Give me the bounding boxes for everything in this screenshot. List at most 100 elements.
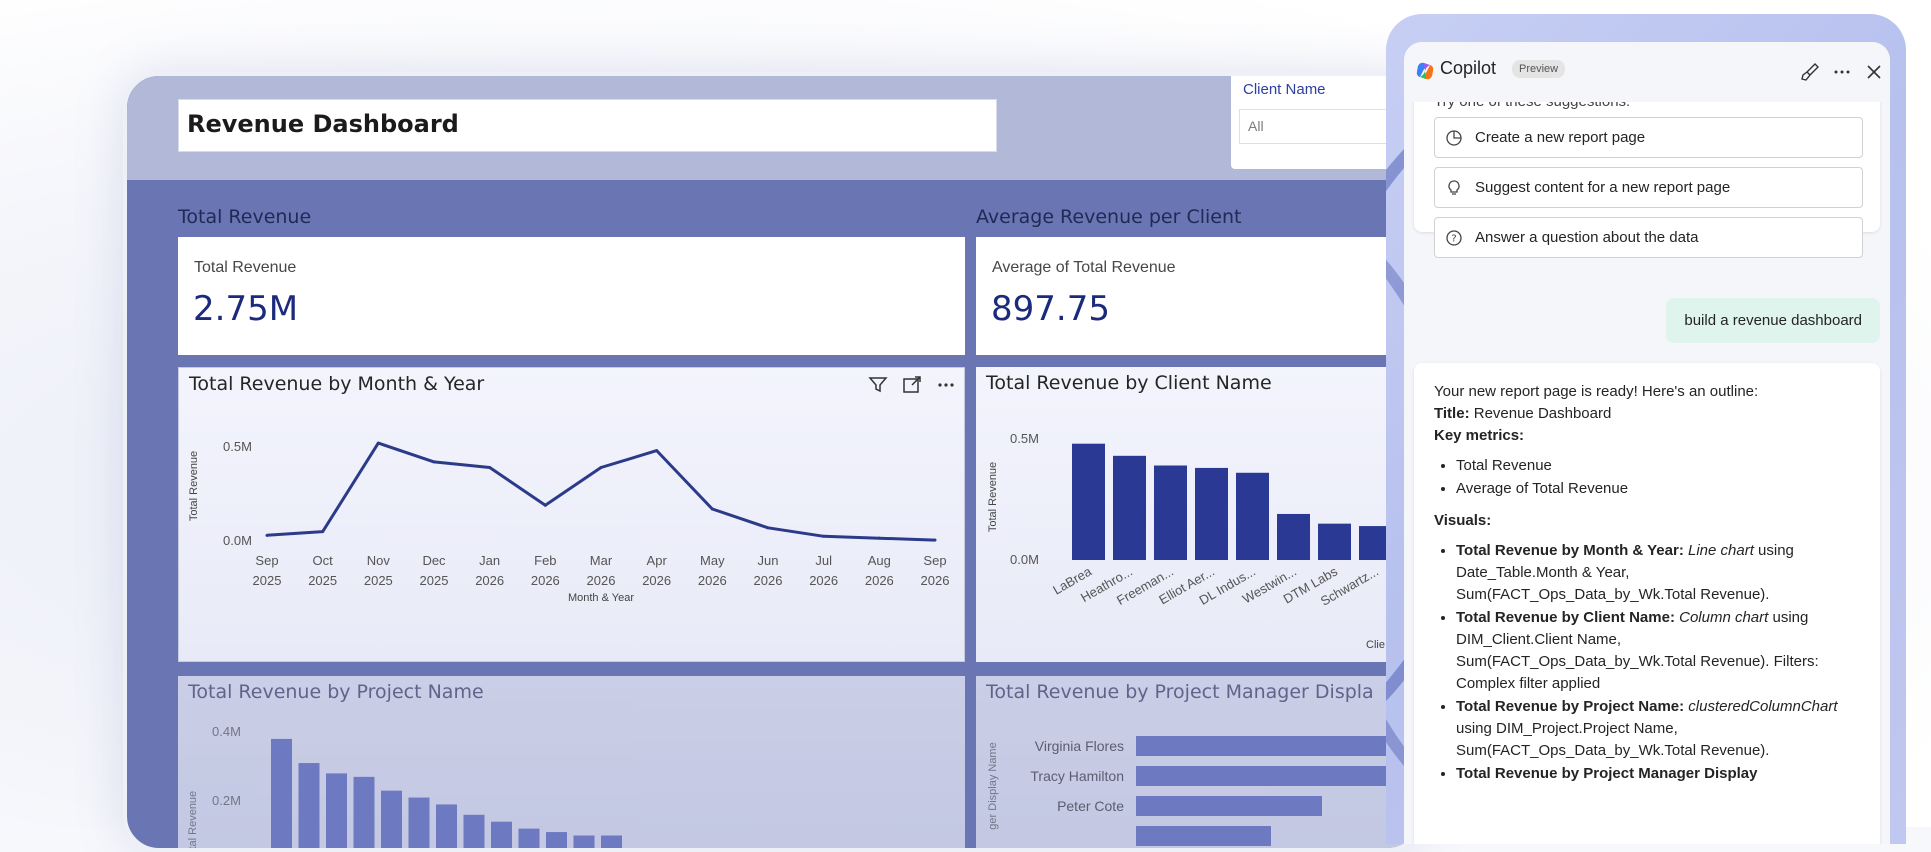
suggestion-label: Suggest content for a new report page	[1475, 179, 1730, 196]
bar	[409, 798, 430, 852]
data-point	[822, 535, 825, 538]
y-axis-title: ger Display Name	[987, 742, 999, 829]
data-point	[377, 442, 380, 445]
bar	[381, 791, 402, 852]
series-line	[267, 443, 935, 540]
y-tick-label: 0.5M	[1010, 431, 1039, 446]
bar	[546, 832, 567, 852]
question-icon: ?	[1445, 229, 1463, 247]
x-tick-label: Jul	[815, 553, 832, 568]
x-tick-label: Oct	[313, 553, 334, 568]
x-tick-label: May	[700, 553, 725, 568]
x-tick-label: Nov	[367, 553, 391, 568]
list-item: Total Revenue by Month & Year: Line char…	[1456, 540, 1860, 606]
suggestion-answer-question[interactable]: ? Answer a question about the data	[1434, 217, 1863, 258]
x-axis-title: Clie	[1366, 639, 1385, 651]
bar	[1136, 826, 1271, 846]
copilot-panel: Copilot Preview Try one of these suggest…	[1404, 42, 1890, 844]
kpi-label: Average of Total Revenue	[992, 259, 1176, 277]
bar	[1318, 524, 1351, 560]
clear-chat-icon[interactable]	[1798, 60, 1822, 84]
bar	[354, 777, 375, 852]
reply-intro: Your new report page is ready! Here's an…	[1434, 381, 1860, 403]
suggestion-label: Create a new report page	[1475, 129, 1645, 146]
list-item: Total Revenue by Client Name: Column cha…	[1456, 607, 1860, 695]
client-bar-visual[interactable]: Total Revenue by Client Name 0.5M0.0MTot…	[976, 367, 1423, 662]
x-tick-label: 2026	[865, 573, 894, 588]
list-item: Total Revenue by Project Manager Display	[1456, 763, 1860, 785]
suggestion-label: Answer a question about the data	[1475, 229, 1699, 246]
list-item: Total Revenue	[1456, 455, 1860, 477]
bar	[464, 815, 485, 852]
copilot-title: Copilot	[1440, 58, 1496, 79]
user-message-bubble: build a revenue dashboard	[1666, 298, 1880, 343]
bar	[519, 829, 540, 852]
y-axis-title: Total Revenue	[987, 462, 999, 532]
y-tick-label: 0.4M	[212, 724, 241, 739]
project-bar-chart-svg: 0.4M0.2MTotal Revenue	[178, 676, 965, 852]
data-point	[544, 504, 547, 507]
bar	[1072, 444, 1105, 560]
y-tick-label: Tracy Hamilton	[1030, 768, 1124, 784]
report-canvas: Revenue Dashboard Client Name All Total …	[123, 72, 1423, 852]
bar	[574, 836, 595, 852]
x-tick-label: Mar	[590, 553, 613, 568]
preview-badge: Preview	[1512, 60, 1565, 78]
bar	[1195, 468, 1228, 560]
data-point	[433, 460, 436, 463]
x-tick-label: 2026	[921, 573, 950, 588]
line-chart-visual[interactable]: Total Revenue by Month & Year 0.5M0.0MTo…	[178, 367, 965, 662]
kpi-value: 897.75	[991, 289, 1110, 329]
report-page-icon	[1445, 129, 1463, 147]
data-point	[600, 466, 603, 469]
close-icon[interactable]	[1862, 60, 1886, 84]
bar	[491, 822, 512, 852]
list-item: Total Revenue by Project Name: clustered…	[1456, 696, 1860, 762]
x-axis-title: Month & Year	[568, 592, 634, 604]
y-tick-label: Peter Cote	[1057, 798, 1124, 814]
x-tick-label: 2026	[587, 573, 616, 588]
copilot-logo-icon	[1414, 60, 1436, 86]
bar	[1136, 736, 1423, 756]
project-bar-visual[interactable]: Total Revenue by Project Name 0.4M0.2MTo…	[178, 676, 965, 852]
y-tick-label: 0.2M	[212, 793, 241, 808]
svg-text:?: ?	[1451, 233, 1456, 244]
x-tick-label: 2025	[253, 573, 282, 588]
data-point	[488, 466, 491, 469]
data-point	[266, 534, 269, 537]
bar	[271, 739, 292, 852]
x-tick-label: 2025	[308, 573, 337, 588]
x-tick-label: Jun	[758, 553, 779, 568]
bar	[326, 773, 347, 852]
lightbulb-icon	[1445, 179, 1463, 197]
kpi-card-total-revenue[interactable]: Total Revenue 2.75M	[178, 237, 965, 355]
suggestion-suggest-content[interactable]: Suggest content for a new report page	[1434, 167, 1863, 208]
x-tick-label: Apr	[647, 553, 668, 568]
bar	[1113, 456, 1146, 560]
y-tick-label: 0.5M	[223, 439, 252, 454]
x-tick-label: 2026	[754, 573, 783, 588]
x-tick-label: 2026	[531, 573, 560, 588]
x-tick-label: 2025	[420, 573, 449, 588]
kpi-value: 2.75M	[193, 289, 298, 329]
data-point	[655, 449, 658, 452]
x-tick-label: Jan	[479, 553, 500, 568]
x-tick-label: Sep	[923, 553, 946, 568]
x-tick-label: 2026	[642, 573, 671, 588]
more-options-icon[interactable]	[1830, 60, 1854, 84]
pm-bar-chart-svg: ger Display NameVirginia FloresTracy Ham…	[976, 676, 1423, 852]
y-tick-label: 0.0M	[223, 533, 252, 548]
x-tick-label: Dec	[422, 553, 446, 568]
pm-bar-visual[interactable]: Total Revenue by Project Manager Displa …	[976, 676, 1423, 852]
suggestion-create-report-page[interactable]: Create a new report page	[1434, 117, 1863, 158]
metrics-list: Total Revenue Average of Total Revenue	[1456, 455, 1860, 500]
visuals-list: Total Revenue by Month & Year: Line char…	[1456, 540, 1860, 785]
x-tick-label: Feb	[534, 553, 556, 568]
dashboard-title-box[interactable]: Revenue Dashboard	[178, 99, 997, 152]
data-point	[711, 507, 714, 510]
list-item: Average of Total Revenue	[1456, 478, 1860, 500]
bar	[1277, 514, 1310, 560]
kpi-card-avg-revenue[interactable]: Average of Total Revenue 897.75	[976, 237, 1423, 355]
data-point	[767, 526, 770, 529]
bar	[601, 836, 622, 852]
